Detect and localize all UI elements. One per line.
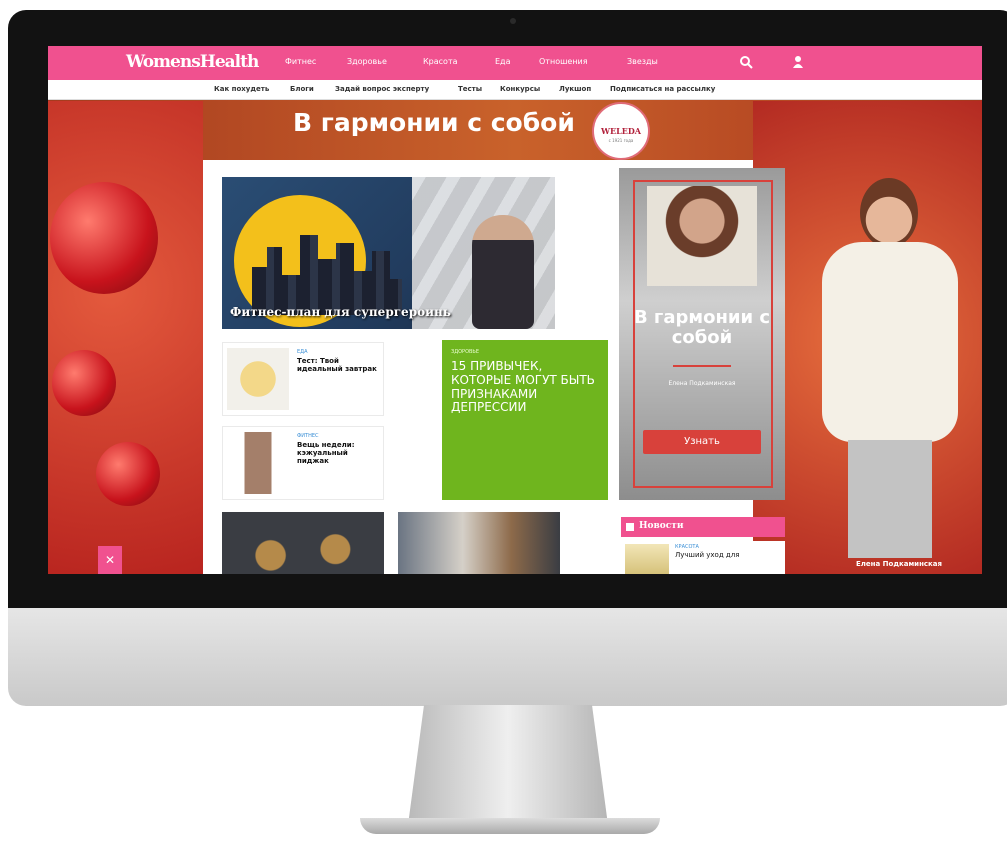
pomegranate-image (52, 350, 116, 416)
hero-article[interactable]: Фитнес-план для супергероинь (222, 177, 555, 329)
model-sweater (822, 242, 958, 442)
article-title[interactable]: Тест: Твой идеальный завтрак (297, 357, 377, 373)
weleda-brand: WELEDA (601, 126, 641, 136)
ad-divider (673, 365, 731, 367)
news-item[interactable]: КРАСОТА Лучший уход для (621, 541, 785, 574)
ad-name: Елена Подкаминская (668, 380, 736, 387)
subnav-item-lookshop[interactable]: Лукшоп (559, 85, 591, 93)
search-icon[interactable] (739, 55, 753, 69)
nav-item-food[interactable]: Еда (495, 57, 511, 66)
user-icon[interactable] (791, 55, 805, 69)
ad-learn-more-button[interactable]: Узнать (643, 430, 761, 454)
featured-article-title[interactable]: 15 ПРИВЫЧЕК, КОТОРЫЕ МОГУТ БЫТЬ ПРИЗНАКА… (451, 359, 601, 415)
subnav-item-tests[interactable]: Тесты (458, 85, 482, 93)
article-category: ФИТНЕС (297, 433, 319, 439)
banner-title[interactable]: В гармонии с собой (293, 108, 575, 137)
subnav-item-contests[interactable]: Конкурсы (500, 85, 540, 93)
featured-article-card[interactable]: ЗДОРОВЬЕ 15 ПРИВЫЧЕК, КОТОРЫЕ МОГУТ БЫТЬ… (442, 340, 608, 500)
article-card[interactable]: ФИТНЕС Вещь недели: кэжуальный пиджак (222, 426, 384, 500)
site-logo[interactable]: WomensHealth (126, 52, 259, 72)
hero-person (472, 215, 534, 329)
secondary-navigation: Как похудеть Блоги Задай вопрос эксперту… (48, 80, 982, 100)
model-credit: Елена Подкаминская (856, 560, 943, 568)
model-photo (808, 178, 968, 558)
model-pants (848, 440, 932, 558)
model-head (860, 178, 918, 248)
news-header-label: Новости (639, 521, 684, 531)
pomegranate-image (96, 442, 160, 506)
nav-item-health[interactable]: Здоровье (347, 57, 387, 66)
news-header[interactable]: Новости (621, 517, 785, 537)
monitor-chin (8, 608, 1007, 706)
pomegranate-image (50, 182, 158, 294)
ad-title: В гармонии с собой (633, 307, 771, 348)
subnav-item-lose-weight[interactable]: Как похудеть (214, 85, 269, 93)
nav-item-stars[interactable]: Звезды (627, 57, 658, 66)
news-icon (626, 523, 634, 531)
article-thumbnail-interior[interactable] (398, 512, 560, 574)
nav-item-relationships[interactable]: Отношения (539, 57, 588, 66)
nav-item-beauty[interactable]: Красота (423, 57, 458, 66)
news-title[interactable]: Лучший уход для (675, 551, 781, 560)
article-thumbnail-cookies[interactable] (222, 512, 384, 574)
article-thumbnail (227, 432, 289, 494)
weleda-since: с 1921 года (608, 138, 634, 143)
subnav-item-ask-expert[interactable]: Задай вопрос эксперту (335, 85, 429, 93)
monitor-base (360, 818, 660, 834)
subnav-item-blogs[interactable]: Блоги (290, 85, 314, 93)
main-content: Фитнес-план для супергероинь ЕДА Тест: Т… (203, 160, 785, 574)
advertisement-banner[interactable]: В гармонии с собой Елена Подкаминская Уз… (619, 168, 785, 500)
featured-article-category: ЗДОРОВЬЕ (451, 349, 480, 355)
article-category: ЕДА (297, 349, 308, 355)
weleda-logo[interactable]: WELEDA с 1921 года (592, 102, 650, 160)
camera-dot (510, 18, 516, 24)
website-screen: Елена Подкаминская WomensHealth Фитнес З… (48, 46, 982, 574)
hero-caption[interactable]: Фитнес-план для супергероинь (230, 305, 451, 319)
article-card[interactable]: ЕДА Тест: Твой идеальный завтрак (222, 342, 384, 416)
article-title[interactable]: Вещь недели: кэжуальный пиджак (297, 441, 377, 465)
nav-item-fitness[interactable]: Фитнес (285, 57, 316, 66)
monitor-stand (408, 705, 608, 825)
subnav-item-subscribe[interactable]: Подписаться на рассылку (610, 85, 715, 93)
news-thumbnail (625, 544, 669, 574)
close-button[interactable]: ✕ (98, 546, 122, 574)
top-navigation: WomensHealth Фитнес Здоровье Красота Еда… (48, 46, 982, 80)
article-thumbnail (227, 348, 289, 410)
news-category: КРАСОТА (675, 544, 699, 550)
